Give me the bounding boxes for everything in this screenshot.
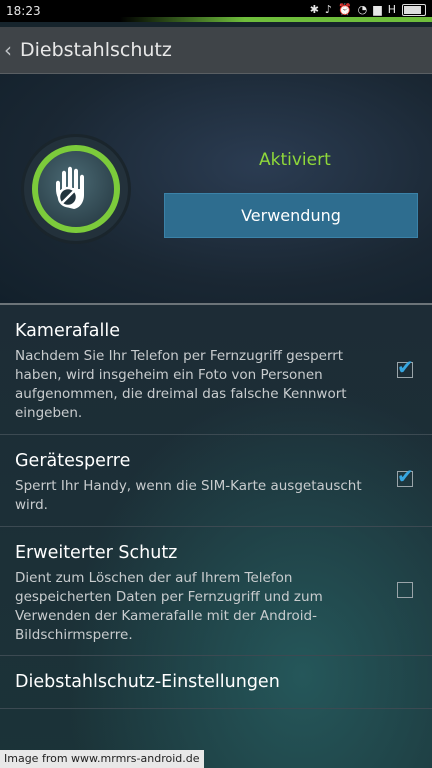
page-title[interactable]: Diebstahlschutz xyxy=(20,39,172,61)
alarm-icon: ⏰ xyxy=(337,3,352,16)
setting-title: Kamerafalle xyxy=(15,321,120,341)
anti-theft-logo xyxy=(24,137,128,241)
battery-icon xyxy=(402,3,426,16)
advanced-protection-checkbox[interactable] xyxy=(397,582,413,598)
setting-title: Gerätesperre xyxy=(15,451,131,471)
usage-button[interactable]: Verwendung xyxy=(164,193,418,238)
network-type: H xyxy=(387,3,396,16)
status-icons: ✱ ♪ ⏰ ◔ ▆ H xyxy=(310,3,426,16)
setting-device-lock[interactable]: Gerätesperre Sperrt Ihr Handy, wenn die … xyxy=(0,435,432,527)
protection-status: Aktiviert xyxy=(259,150,331,170)
bluetooth-icon: ✱ xyxy=(309,3,319,16)
back-chevron-icon[interactable]: ‹ xyxy=(4,38,18,62)
status-panel: Aktiviert Verwendung xyxy=(0,74,432,303)
source-watermark: Image from www.mrmrs-android.de xyxy=(0,750,204,768)
setting-anti-theft-settings[interactable]: Diebstahlschutz-Einstellungen xyxy=(0,656,432,709)
checkmark-icon: ✔ xyxy=(397,464,414,488)
camera-trap-checkbox[interactable]: ✔ xyxy=(397,357,414,378)
checkmark-icon: ✔ xyxy=(397,355,414,379)
setting-advanced-protection[interactable]: Erweiterter Schutz Dient zum Löschen der… xyxy=(0,527,432,656)
device-lock-checkbox[interactable]: ✔ xyxy=(397,466,414,487)
status-accent-bar xyxy=(120,17,432,22)
setting-camera-trap[interactable]: Kamerafalle Nachdem Sie Ihr Telefon per … xyxy=(0,305,432,435)
hand-stop-icon xyxy=(32,145,120,233)
status-time: 18:23 xyxy=(6,4,41,18)
settings-list: Kamerafalle Nachdem Sie Ihr Telefon per … xyxy=(0,305,432,768)
signal-icon: ▆ xyxy=(373,3,382,16)
setting-description: Sperrt Ihr Handy, wenn die SIM-Karte aus… xyxy=(15,478,362,513)
wifi-icon: ◔ xyxy=(357,3,368,16)
setting-title: Erweiterter Schutz xyxy=(15,543,178,563)
setting-description: Nachdem Sie Ihr Telefon per Fernzugriff … xyxy=(15,348,347,421)
mute-icon: ♪ xyxy=(324,3,332,16)
setting-title: Diebstahlschutz-Einstellungen xyxy=(15,672,280,692)
setting-description: Dient zum Löschen der auf Ihrem Telefon … xyxy=(15,570,323,643)
status-bar: 18:23 ✱ ♪ ⏰ ◔ ▆ H xyxy=(0,0,432,22)
action-bar: ‹ Diebstahlschutz xyxy=(0,27,432,74)
